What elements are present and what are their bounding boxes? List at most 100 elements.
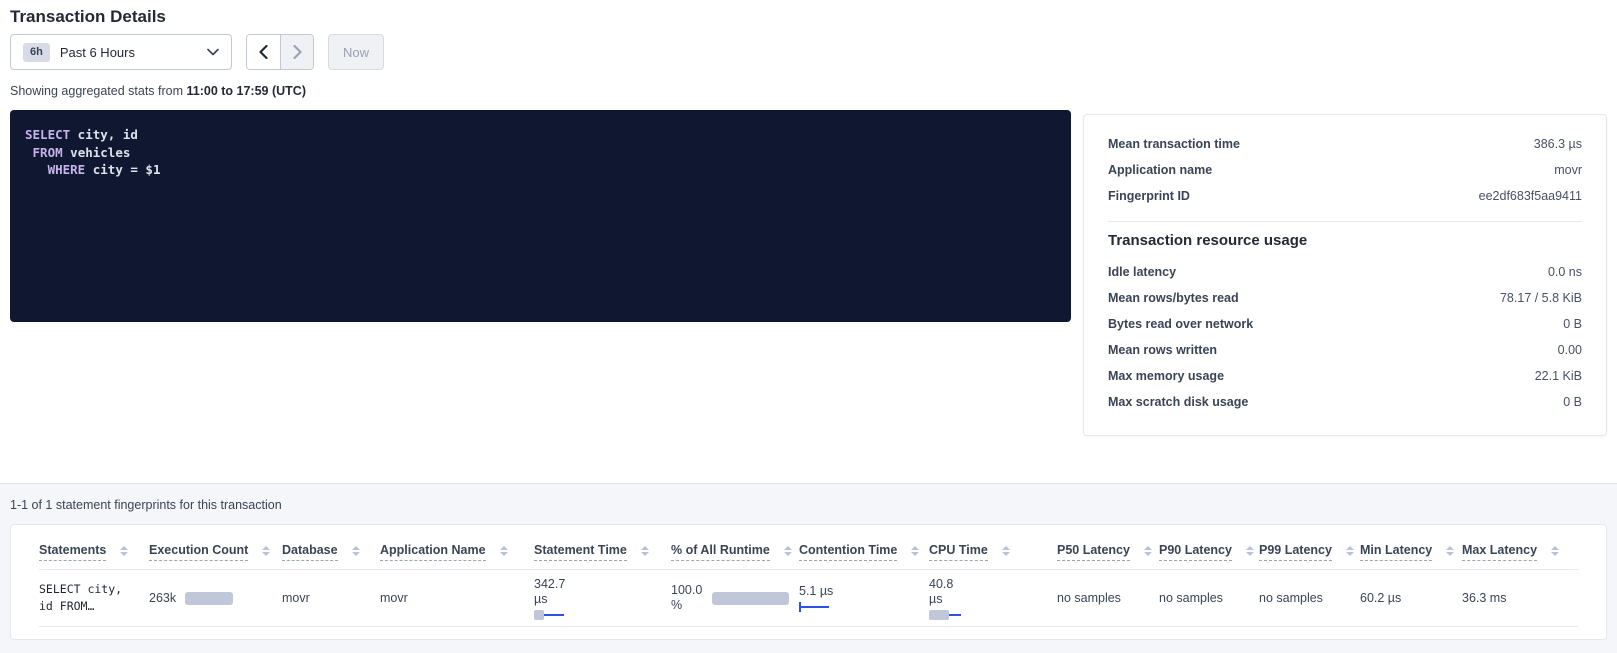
resource-rows: Idle latency0.0 nsMean rows/bytes read78… xyxy=(1108,259,1582,415)
column-header-cpu-time[interactable]: CPU Time xyxy=(929,543,1057,561)
detail-row: Max memory usage22.1 KiB xyxy=(1108,363,1582,389)
sort-icon xyxy=(352,546,360,556)
execution-count-cell: 263k xyxy=(149,591,282,605)
sort-icon xyxy=(262,546,270,556)
aggregated-stats-caption: Showing aggregated stats from 11:00 to 1… xyxy=(10,84,1607,98)
sql-line: SELECT city, id xyxy=(25,126,1056,144)
execution-count-bar xyxy=(185,592,233,605)
detail-label: Max scratch disk usage xyxy=(1108,395,1248,409)
divider xyxy=(1108,221,1582,222)
column-header-label: Statements xyxy=(39,543,106,561)
chevron-left-icon xyxy=(259,45,268,59)
sort-icon xyxy=(1002,546,1010,556)
caption-prefix: Showing aggregated stats from xyxy=(10,84,187,98)
table-row: SELECT city, id FROM… 263k movr movr 342… xyxy=(39,570,1578,627)
statement-time-bar-chart xyxy=(534,610,564,620)
caption-time-range: 11:00 to 17:59 (UTC) xyxy=(187,84,306,98)
time-range-dropdown[interactable]: 6h Past 6 Hours xyxy=(10,34,232,70)
detail-value: ee2df683f5aa9411 xyxy=(1479,189,1582,203)
column-header-statement-time[interactable]: Statement Time xyxy=(534,543,671,561)
runtime-pct-value: 100.0 xyxy=(671,583,702,598)
chevron-right-icon xyxy=(293,45,302,59)
mean-bar xyxy=(929,610,949,620)
next-range-button[interactable] xyxy=(280,35,313,69)
sql-line: FROM vehicles xyxy=(25,144,1056,162)
detail-label: Fingerprint ID xyxy=(1108,189,1190,203)
transaction-details-card: Mean transaction time 386.3 µs Application… xyxy=(1083,114,1607,436)
column-header-statements[interactable]: Statements xyxy=(39,543,149,561)
detail-label: Mean transaction time xyxy=(1108,137,1240,151)
column-header-p50-latency[interactable]: P50 Latency xyxy=(1057,543,1159,561)
p50-latency-cell: no samples xyxy=(1057,591,1159,605)
detail-label: Mean rows written xyxy=(1108,343,1217,357)
detail-label: Bytes read over network xyxy=(1108,317,1253,331)
p90-latency-cell: no samples xyxy=(1159,591,1259,605)
column-header-execution-count[interactable]: Execution Count xyxy=(149,543,282,561)
detail-row: Fingerprint ID ee2df683f5aa9411 xyxy=(1108,183,1582,209)
statement-time-cell: 342.7 µs xyxy=(534,577,671,620)
detail-label: Application name xyxy=(1108,163,1212,177)
sort-icon xyxy=(1551,546,1559,556)
detail-row: Bytes read over network 0 B xyxy=(1108,311,1582,337)
statement-time-value: 342.7 xyxy=(534,577,565,592)
column-header-application-name[interactable]: Application Name xyxy=(380,543,534,561)
column-header-label: P50 Latency xyxy=(1057,543,1130,561)
cpu-time-cell: 40.8 µs xyxy=(929,577,1057,620)
sort-icon xyxy=(1446,546,1454,556)
time-range-badge: 6h xyxy=(23,43,50,62)
detail-label: Idle latency xyxy=(1108,265,1176,279)
detail-row: Application namemovr xyxy=(1108,157,1582,183)
max-latency-cell: 36.3 ms xyxy=(1462,591,1572,605)
column-header-label: % of All Runtime xyxy=(671,543,770,561)
mean-bar xyxy=(534,610,544,620)
statement-link[interactable]: SELECT city, id FROM… xyxy=(39,581,122,615)
previous-range-button[interactable] xyxy=(247,35,280,69)
mean-bar xyxy=(799,602,801,612)
column-header-max-latency[interactable]: Max Latency xyxy=(1462,543,1572,561)
table-header-row: Statements Execution Count Database Applica… xyxy=(39,543,1578,570)
column-header-database[interactable]: Database xyxy=(282,543,380,561)
column-header-label: P99 Latency xyxy=(1259,543,1332,561)
statement-time-unit: µs xyxy=(534,592,565,607)
column-header-label: Application Name xyxy=(380,543,486,561)
detail-row: Mean rows written 0.00 xyxy=(1108,337,1582,363)
column-header-contention-time[interactable]: Contention Time xyxy=(799,543,929,561)
column-header-of-all-runtime[interactable]: % of All Runtime xyxy=(671,543,799,561)
column-header-label: Execution Count xyxy=(149,543,248,561)
column-header-p90-latency[interactable]: P90 Latency xyxy=(1159,543,1259,561)
p99-latency-cell: no samples xyxy=(1259,591,1360,605)
sort-icon xyxy=(1144,546,1152,556)
sort-icon xyxy=(641,546,649,556)
column-header-label: Min Latency xyxy=(1360,543,1432,561)
detail-value: 78.17 / 5.8 KiB xyxy=(1500,291,1582,305)
column-header-min-latency[interactable]: Min Latency xyxy=(1360,543,1462,561)
contention-time-cell: 5.1 µs xyxy=(799,584,929,612)
sql-statement-box: SELECT city, id FROM vehicles WHERE city… xyxy=(10,110,1071,322)
detail-value: 386.3 µs xyxy=(1534,137,1582,151)
cpu-time-unit: µs xyxy=(929,592,961,607)
detail-value: 0 B xyxy=(1563,317,1582,331)
time-toolbar: 6h Past 6 Hours Now xyxy=(10,34,1607,70)
time-range-label: Past 6 Hours xyxy=(60,45,135,60)
sort-icon xyxy=(1246,546,1254,556)
sort-icon xyxy=(784,546,792,556)
column-header-label: Database xyxy=(282,543,338,561)
detail-row: Max scratch disk usage0 B xyxy=(1108,389,1582,415)
stdev-line xyxy=(799,606,829,608)
sql-line: WHERE city = $1 xyxy=(25,161,1056,179)
runtime-pct-cell: 100.0 % xyxy=(671,583,799,613)
cpu-time-bar-chart xyxy=(929,610,961,620)
contention-time-value: 5.1 µs xyxy=(799,584,833,599)
detail-row: Mean transaction time 386.3 µs xyxy=(1108,131,1582,157)
sort-icon xyxy=(911,546,919,556)
time-step-button-group xyxy=(246,34,314,70)
detail-value: 0.00 xyxy=(1558,343,1582,357)
statements-section: 1-1 of 1 statement fingerprints for this… xyxy=(0,483,1617,653)
sort-icon xyxy=(120,546,128,556)
summary-rows: Mean transaction time 386.3 µs Application… xyxy=(1108,131,1582,209)
now-button[interactable]: Now xyxy=(328,34,384,70)
column-header-p99-latency[interactable]: P99 Latency xyxy=(1259,543,1360,561)
contention-time-bar-chart xyxy=(799,602,829,612)
runtime-pct-unit: % xyxy=(671,598,702,613)
resource-usage-title: Transaction resource usage xyxy=(1108,232,1582,249)
